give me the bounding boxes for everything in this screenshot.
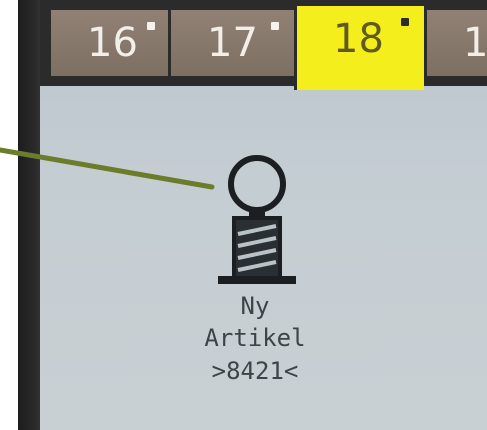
item-number: >8421< (211, 357, 299, 385)
item-title: Ny (240, 292, 270, 320)
tab-label: 17 (207, 20, 258, 66)
item-panel[interactable]: Ny Artikel >8421< (40, 90, 487, 430)
tab-label: 1 (463, 20, 487, 66)
item-subtitle: Artikel (204, 324, 306, 352)
tab-16[interactable]: 16 (48, 10, 168, 76)
photo-stage: 16 17 18 1 Ny Artikel >8421< (0, 0, 487, 430)
tab-18[interactable]: 18 (294, 6, 424, 90)
tab-label: 18 (333, 16, 384, 62)
lcd-screen: 16 17 18 1 Ny Artikel >8421< (40, 0, 487, 430)
tab-indicator-dot (401, 18, 409, 26)
tab-indicator-dot (271, 22, 279, 30)
tab-indicator-dot (147, 22, 155, 30)
thread-spool-icon (218, 155, 296, 284)
tab-bar: 16 17 18 1 (40, 0, 487, 90)
tab-17[interactable]: 17 (168, 10, 294, 76)
tab-19[interactable]: 1 (424, 10, 487, 76)
tab-label: 16 (87, 20, 138, 66)
